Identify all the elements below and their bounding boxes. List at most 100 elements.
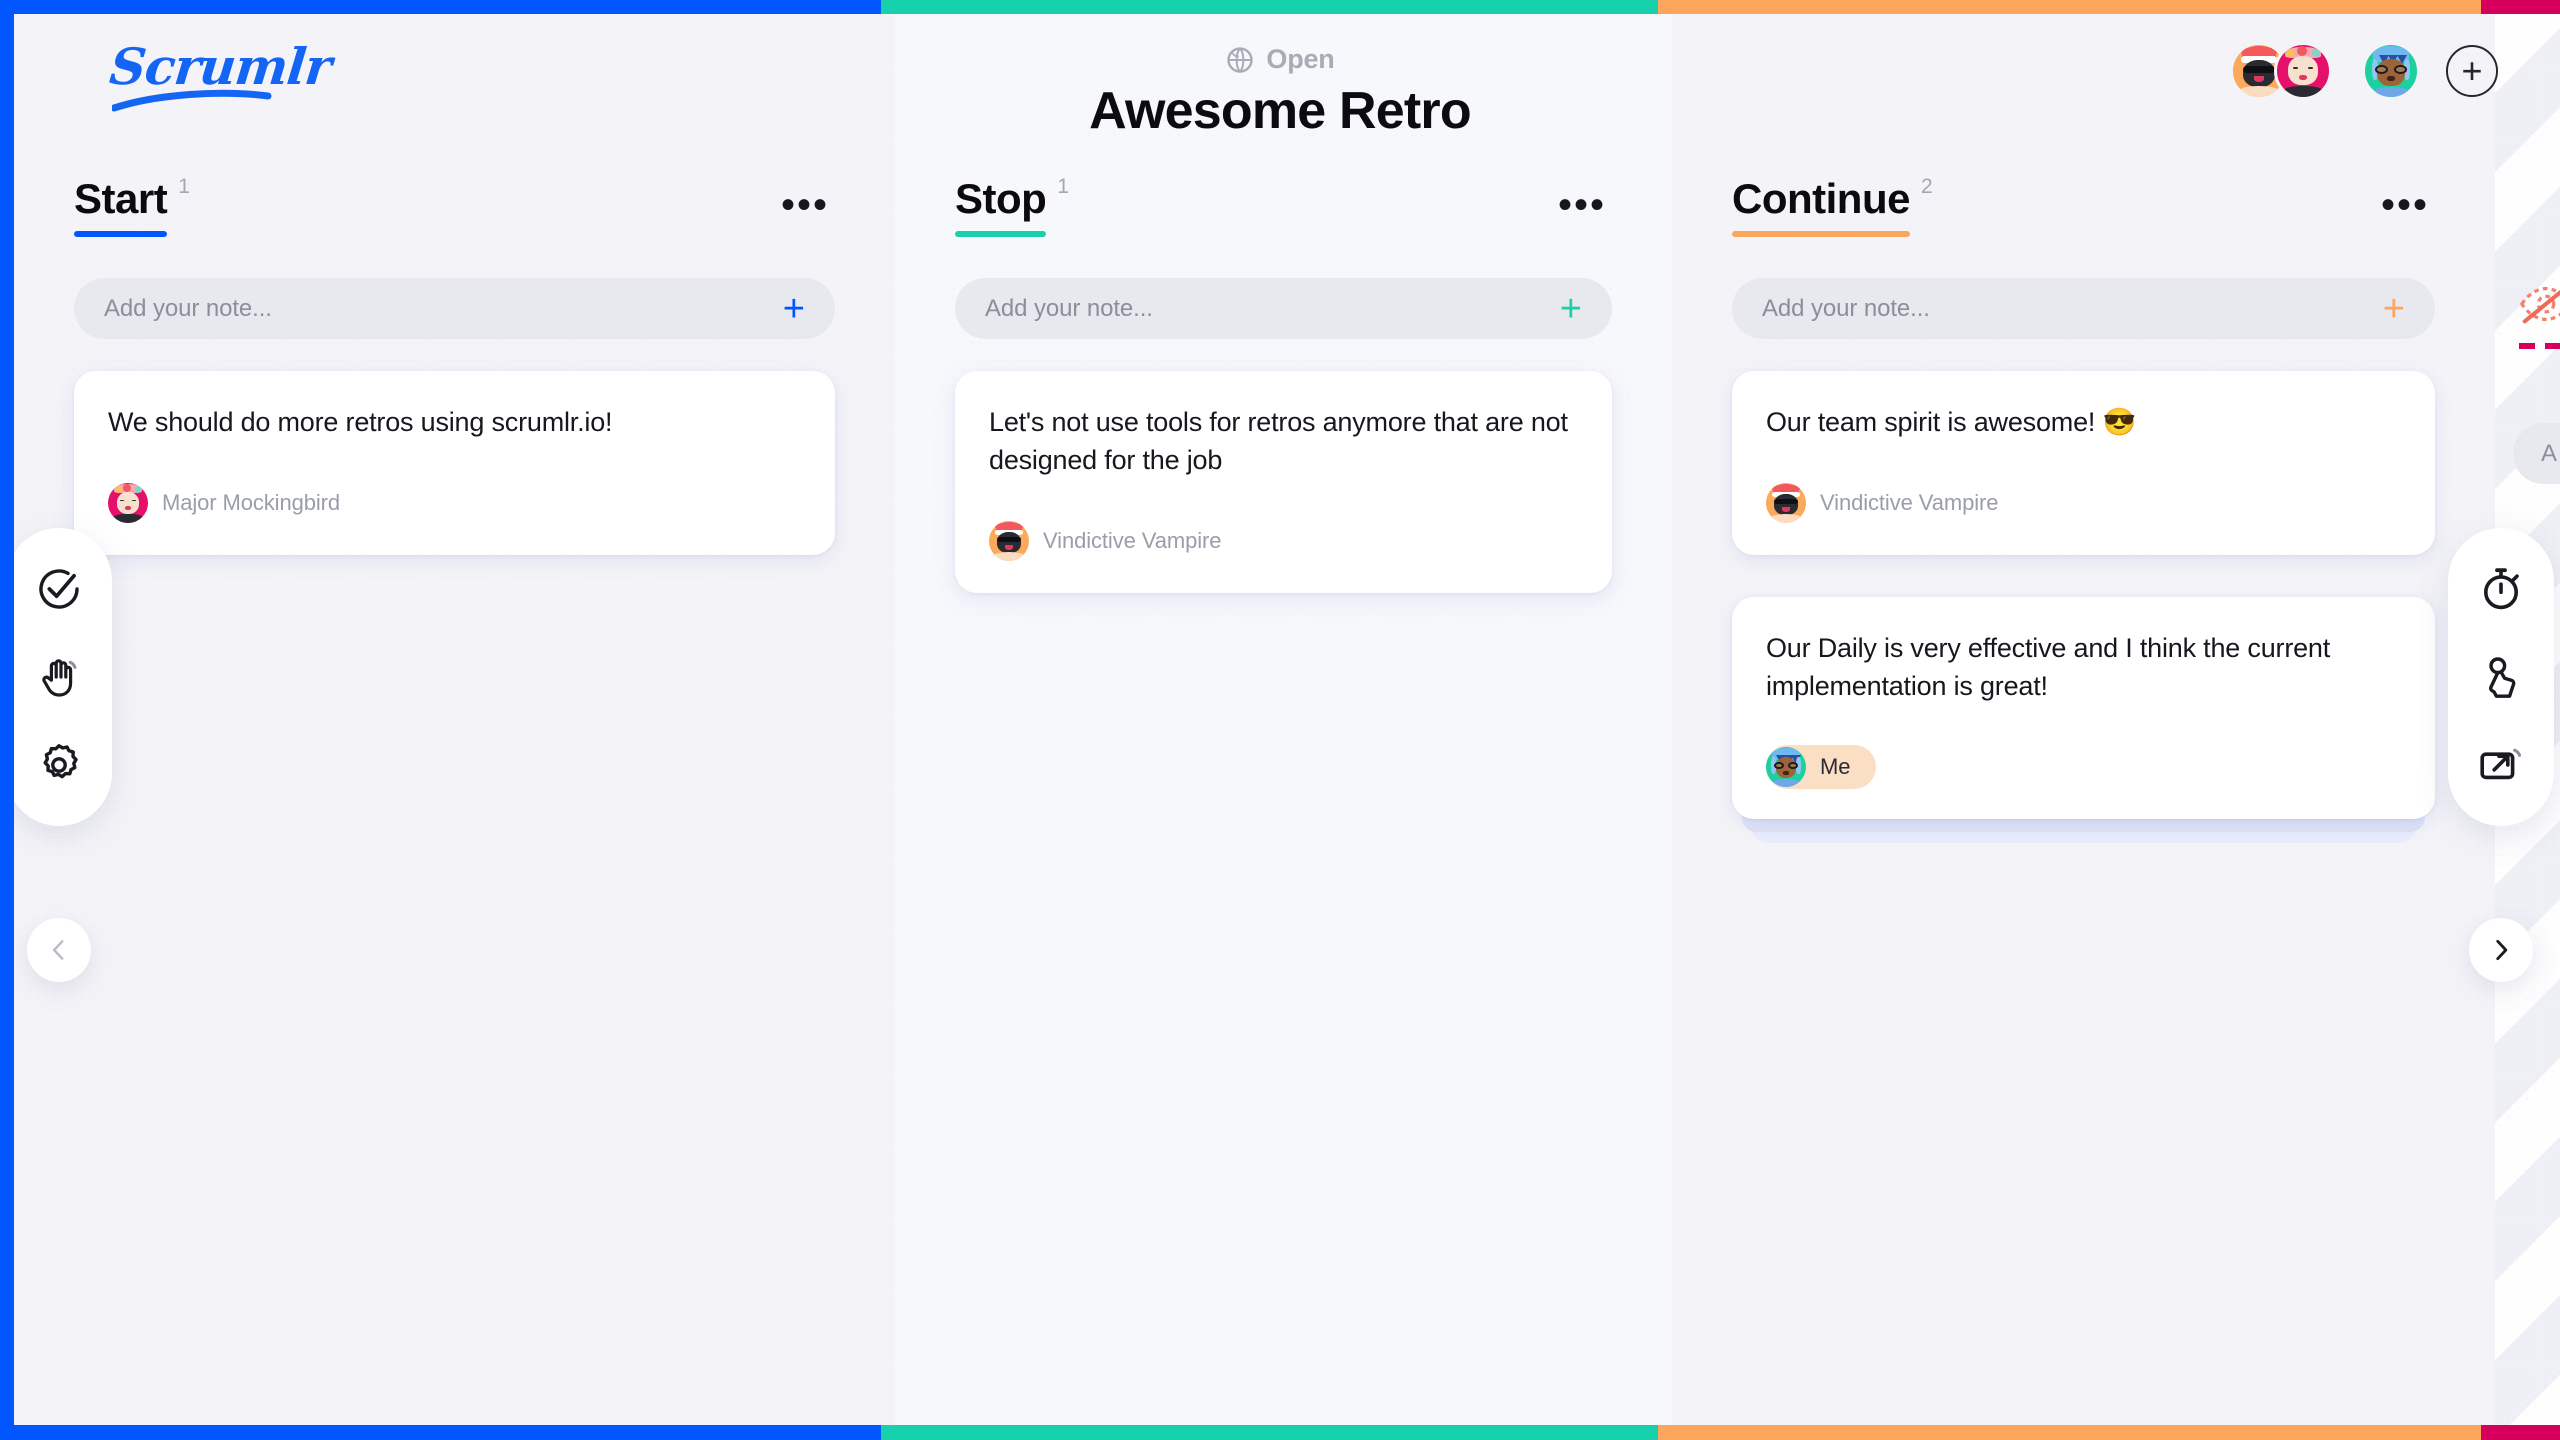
add-note-input[interactable]: Add your note... + [1732,278,2435,339]
accent-bar-segment-0 [0,1425,881,1440]
add-note-plus-icon[interactable]: + [1560,290,1582,328]
add-note-plus-icon[interactable]: + [2383,290,2405,328]
note-author: Me [1766,745,1877,789]
column-note-count: 2 [1920,175,1933,198]
note-author: Major Mockingbird [108,481,801,525]
note-author: Vindictive Vampire [1766,481,2401,525]
add-note-input[interactable]: A [2513,423,2560,484]
column-header: Start 1 ••• [74,174,835,240]
stopwatch-timer-icon [2484,568,2519,610]
participants-list: + [2230,42,2498,100]
column-note-count: 1 [178,175,190,198]
participant-avatar[interactable] [2362,42,2420,100]
chevron-right-icon [2496,939,2508,961]
add-note-input[interactable]: Add your note... + [955,278,1612,339]
present-screen-icon [2480,748,2522,780]
board-access-row[interactable]: Open [1225,44,1335,75]
add-participant-plus-icon: + [2461,50,2483,91]
note-card[interactable]: Let's not use tools for retros anymore t… [955,371,1612,593]
accent-bar-segment-1 [881,1425,1658,1440]
participant-avatar[interactable] [2274,42,2332,100]
add-note-plus-icon[interactable]: + [783,290,805,328]
column-title[interactable]: Continue [1732,174,1910,224]
add-note-placeholder: Add your note... [104,294,272,322]
globe-icon [1227,46,1254,73]
check-circle-icon [39,569,79,609]
timer-button[interactable] [2474,562,2528,616]
add-note-placeholder: Add your note... [1762,294,1930,322]
note-author-name: Me [1820,754,1851,779]
raised-hand-icon [42,659,77,697]
board-column: Continue 2 ••• Add your note... + Our team sp… [1672,14,2495,1425]
scrumlr-logo[interactable]: Scrumlr [106,37,334,112]
collapse-right-menu-button[interactable] [2469,918,2533,982]
accent-bar-segment-3 [2481,0,2560,14]
accent-bar-segment-0 [0,0,881,14]
column-title[interactable]: Start [74,174,168,224]
avatar [989,521,1029,561]
settings-button[interactable] [32,738,86,792]
board-column: Start 1 ••• Add your note... + We should do m… [14,14,895,1425]
bottom-accent-bar [0,1425,2560,1440]
accent-bar-segment-3 [2481,1425,2560,1440]
accent-bar-segment-2 [1658,0,2481,14]
note-author-name: Major Mockingbird [162,490,341,515]
notes-list: Our team spirit is awesome! 😎 Vindictive … [1732,371,2435,843]
logo-text: Scrumlr [106,37,334,96]
columns-container: Start 1 ••• Add your note... + We should do m… [14,14,2560,1425]
column-header: Continue 2 ••• [1732,174,2435,240]
notes-list: Let's not use tools for retros anymore t… [955,371,1612,593]
board-access-label: Open [1266,44,1335,74]
notes-list: We should do more retros using scrumlr.i… [74,371,835,555]
column-title[interactable]: Stop [955,174,1047,224]
column-menu-button[interactable]: ••• [1552,185,1612,225]
column-title-wrap: Stop 1 [955,174,1069,237]
voting-button[interactable] [2474,650,2528,704]
note-text: Our team spirit is awesome! 😎 [1766,407,2136,437]
avatar [1766,483,1806,523]
board-title[interactable]: Awesome Retro [1089,81,1471,141]
note-card[interactable]: We should do more retros using scrumlr.i… [74,371,835,555]
left-side-menu [6,528,112,826]
accent-bar-segment-2 [1658,1425,2481,1440]
ready-check-button[interactable] [32,562,86,616]
column-title-inner: Start [74,174,168,237]
column-note-count: 1 [1057,175,1069,198]
column-menu-button[interactable]: ••• [2375,185,2435,225]
scrumlr-board: Start 1 ••• Add your note... + We should do m… [0,0,2560,1440]
note-text: Our Daily is very effective and I think … [1766,633,2331,701]
board-column: Stop 1 ••• Add your note... + Let's not use t… [895,14,1672,1425]
add-note-input[interactable]: Add your note... + [74,278,835,339]
column-title-inner: Stop [955,174,1047,237]
note-author-name: Vindictive Vampire [1043,528,1222,553]
eye-off-icon[interactable] [2519,284,2560,324]
column-title-wrap: Start 1 [74,174,190,237]
column-accent-underline [955,231,1047,237]
top-accent-bar [0,0,2560,14]
chevron-left-icon [52,940,64,960]
note-text: Let's not use tools for retros anymore t… [989,407,1568,475]
column-header: Stop 1 ••• [955,174,1612,240]
note-text: We should do more retros using scrumlr.i… [108,407,613,437]
column-accent-underline [74,231,168,237]
column-menu-button[interactable]: ••• [775,185,835,225]
add-participant-button[interactable]: + [2446,45,2498,97]
raise-hand-button[interactable] [32,650,86,704]
hidden-column-header [2519,284,2560,349]
note-author-name: Vindictive Vampire [1820,490,1999,515]
tap-pointer-voting-icon [2488,657,2516,698]
note-author: Vindictive Vampire [989,519,1578,563]
column-title-wrap: Continue 2 [1732,174,1933,237]
note-card[interactable]: Our Daily is very effective and I think … [1732,597,2435,843]
add-note-placeholder: Add your note... [985,294,1153,322]
collapse-left-menu-button[interactable] [27,918,91,982]
present-button[interactable] [2474,738,2528,792]
column-title-inner: Continue [1732,174,1910,237]
right-side-menu [2448,528,2554,826]
avatar [1766,747,1806,787]
hidden-column-underline [2519,343,2560,349]
settings-gear-icon [43,744,78,779]
column-accent-underline [1732,231,1910,237]
avatar [108,483,148,523]
note-card[interactable]: Our team spirit is awesome! 😎 Vindictive … [1732,371,2435,555]
